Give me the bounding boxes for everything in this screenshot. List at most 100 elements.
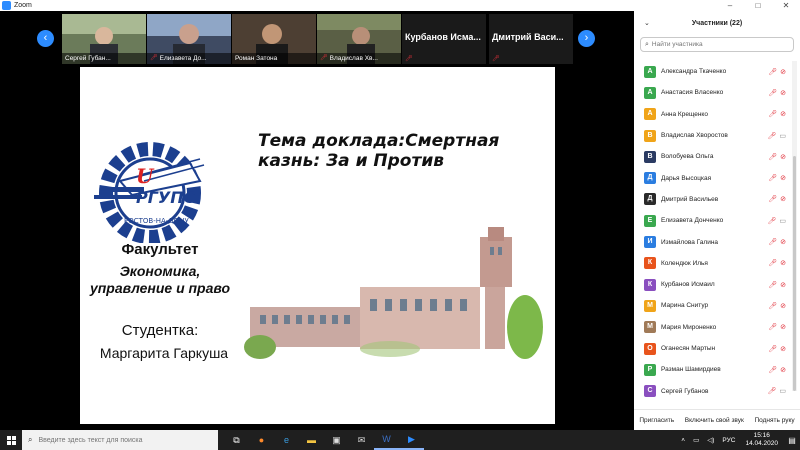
mail-icon[interactable]: ✉ (349, 430, 374, 450)
logo-text: РГУПС (136, 188, 196, 207)
word-icon[interactable]: W (374, 430, 399, 450)
clock[interactable]: 15:16 14.04.2020 (745, 432, 778, 448)
raise-hand-button[interactable]: Поднять руку (754, 417, 794, 424)
video-on-icon[interactable]: ▭ (779, 132, 786, 140)
participant-row[interactable]: ААнна Крещенко🎤︎⊘ (634, 104, 794, 125)
video-off-icon[interactable]: ⊘ (780, 153, 786, 161)
mic-off-icon[interactable]: 🎤︎ (768, 195, 777, 203)
video-off-icon[interactable]: ⊘ (780, 281, 786, 289)
mic-off-icon[interactable]: 🎤︎ (768, 174, 777, 182)
participant-search-input[interactable] (652, 41, 782, 48)
video-off-icon[interactable]: ⊘ (780, 174, 786, 182)
video-off-icon[interactable]: ⊘ (780, 89, 786, 97)
meeting-area: ‹ Сергей Губан... 🎤︎Елизавета До... (0, 11, 634, 430)
participant-name: Марина Снитур (661, 302, 768, 309)
mic-off-icon[interactable]: 🎤︎ (768, 366, 777, 374)
panel-scrollbar[interactable] (792, 61, 797, 391)
taskbar-apps: ⧉ ● e ▬ ▣ ✉ W ▶ (224, 430, 424, 450)
start-button[interactable] (0, 430, 22, 450)
network-icon[interactable]: ▭ (693, 436, 699, 444)
mic-off-icon[interactable]: 🎤︎ (768, 153, 777, 161)
video-off-icon[interactable]: ⊘ (780, 238, 786, 246)
mic-off-icon: 🎤︎ (320, 53, 328, 64)
invite-button[interactable]: Пригласить (639, 417, 674, 424)
video-off-icon[interactable]: ⊘ (780, 345, 786, 353)
avatar: Д (644, 193, 656, 205)
participant-row[interactable]: ООганесян Мартын🎤︎⊘ (634, 338, 794, 359)
participant-row[interactable]: ММария Мироненко🎤︎⊘ (634, 317, 794, 338)
participant-row[interactable]: ААлександра Ткаченко🎤︎⊘ (634, 61, 794, 82)
participant-row[interactable]: ДДмитрий Васильев🎤︎⊘ (634, 189, 794, 210)
maximize-button[interactable]: □ (744, 0, 772, 11)
chevron-right-icon[interactable]: › (578, 30, 595, 47)
mic-off-icon[interactable]: 🎤︎ (768, 89, 777, 97)
participant-name: Елизавета До... (160, 53, 207, 64)
participant-row[interactable]: ККурбанов Исмаил🎤︎⊘ (634, 274, 794, 295)
participant-status: 🎤︎▭ (767, 132, 786, 140)
firefox-icon[interactable]: ● (249, 430, 274, 450)
window-controls: – □ ✕ (716, 0, 800, 11)
participant-row[interactable]: ААнастасия Власенко🎤︎⊘ (634, 82, 794, 103)
participant-row[interactable]: РРазман Шамирдиев🎤︎⊘ (634, 359, 794, 380)
explorer-icon[interactable]: ▬ (299, 430, 324, 450)
participant-status: 🎤︎⊘ (768, 195, 786, 203)
video-off-icon[interactable]: ⊘ (780, 302, 786, 310)
mic-off-icon[interactable]: 🎤︎ (768, 68, 777, 76)
video-on-icon[interactable]: ▭ (779, 387, 786, 395)
participant-name: Елизавета Донченко (661, 217, 767, 224)
mic-off-icon[interactable]: 🎤︎ (768, 302, 777, 310)
participant-row[interactable]: ИИзмайлова Галина🎤︎⊘ (634, 231, 794, 252)
mic-off-icon[interactable]: 🎤︎ (768, 238, 777, 246)
mic-off-icon[interactable]: 🎤︎ (767, 217, 776, 225)
video-tile[interactable]: Сергей Губан... (62, 14, 146, 64)
participant-row[interactable]: ККолендюк Илья🎤︎⊘ (634, 253, 794, 274)
edge-icon[interactable]: e (274, 430, 299, 450)
minimize-button[interactable]: – (716, 0, 744, 11)
notifications-icon[interactable]: ▤ (784, 436, 800, 445)
language-indicator[interactable]: РУС (722, 437, 735, 444)
university-logo: U РГУПС РОСТОВ-НА-ДОНУ (80, 123, 230, 243)
mic-off-icon[interactable]: 🎤︎ (767, 132, 776, 140)
video-off-icon[interactable]: ⊘ (780, 68, 786, 76)
participant-name: Волобуева Ольга (661, 153, 768, 160)
video-off-icon[interactable]: ⊘ (780, 259, 786, 267)
taskbar-search[interactable]: ⌕ (22, 430, 218, 450)
zoom-icon[interactable]: ▶ (399, 430, 424, 450)
participant-search[interactable]: ⌕ (640, 37, 794, 52)
video-tile[interactable]: 🎤︎Елизавета До... (147, 14, 231, 64)
mic-off-icon[interactable]: 🎤︎ (767, 387, 776, 395)
video-tile[interactable]: Роман Затона (232, 14, 316, 64)
video-off-icon[interactable]: ⊘ (780, 110, 786, 118)
student-name: Маргарита Гаркуша (84, 345, 244, 361)
video-off-icon[interactable]: ⊘ (780, 195, 786, 203)
scrollbar-thumb[interactable] (793, 156, 796, 391)
video-tile[interactable]: 🎤︎Владислав Хв... (317, 14, 401, 64)
chevron-down-icon[interactable]: ⌄ (644, 19, 650, 27)
name-tile[interactable]: Курбанов Исма... 🎤︎ (402, 14, 486, 64)
taskbar-search-input[interactable] (38, 437, 208, 444)
participant-row[interactable]: ДДарья Высоцкая🎤︎⊘ (634, 167, 794, 188)
chevron-left-icon[interactable]: ‹ (37, 30, 54, 47)
video-on-icon[interactable]: ▭ (779, 217, 786, 225)
chevron-up-icon[interactable]: ˄ (681, 437, 685, 444)
participant-row[interactable]: ВВолобуева Ольга🎤︎⊘ (634, 146, 794, 167)
mic-off-icon: 🎤︎ (405, 55, 413, 62)
unmute-me-button[interactable]: Включить свой звук (685, 417, 744, 424)
participant-row[interactable]: ММарина Снитур🎤︎⊘ (634, 295, 794, 316)
task-view-icon[interactable]: ⧉ (224, 430, 249, 450)
close-button[interactable]: ✕ (772, 0, 800, 11)
mic-off-icon[interactable]: 🎤︎ (768, 110, 777, 118)
participant-status: 🎤︎▭ (767, 387, 786, 395)
store-icon[interactable]: ▣ (324, 430, 349, 450)
mic-off-icon[interactable]: 🎤︎ (768, 323, 777, 331)
mic-off-icon[interactable]: 🎤︎ (768, 281, 777, 289)
mic-off-icon[interactable]: 🎤︎ (768, 345, 777, 353)
video-off-icon[interactable]: ⊘ (780, 323, 786, 331)
name-tile[interactable]: Дмитрий Васи... 🎤︎ (489, 14, 573, 64)
video-off-icon[interactable]: ⊘ (780, 366, 786, 374)
participant-row[interactable]: ВВладислав Хворостов🎤︎▭ (634, 125, 794, 146)
volume-icon[interactable]: ◁) (707, 436, 714, 444)
participant-row[interactable]: ЕЕлизавета Донченко🎤︎▭ (634, 210, 794, 231)
mic-off-icon[interactable]: 🎤︎ (768, 259, 777, 267)
participant-row[interactable]: ССергей Губанов🎤︎▭ (634, 380, 794, 401)
